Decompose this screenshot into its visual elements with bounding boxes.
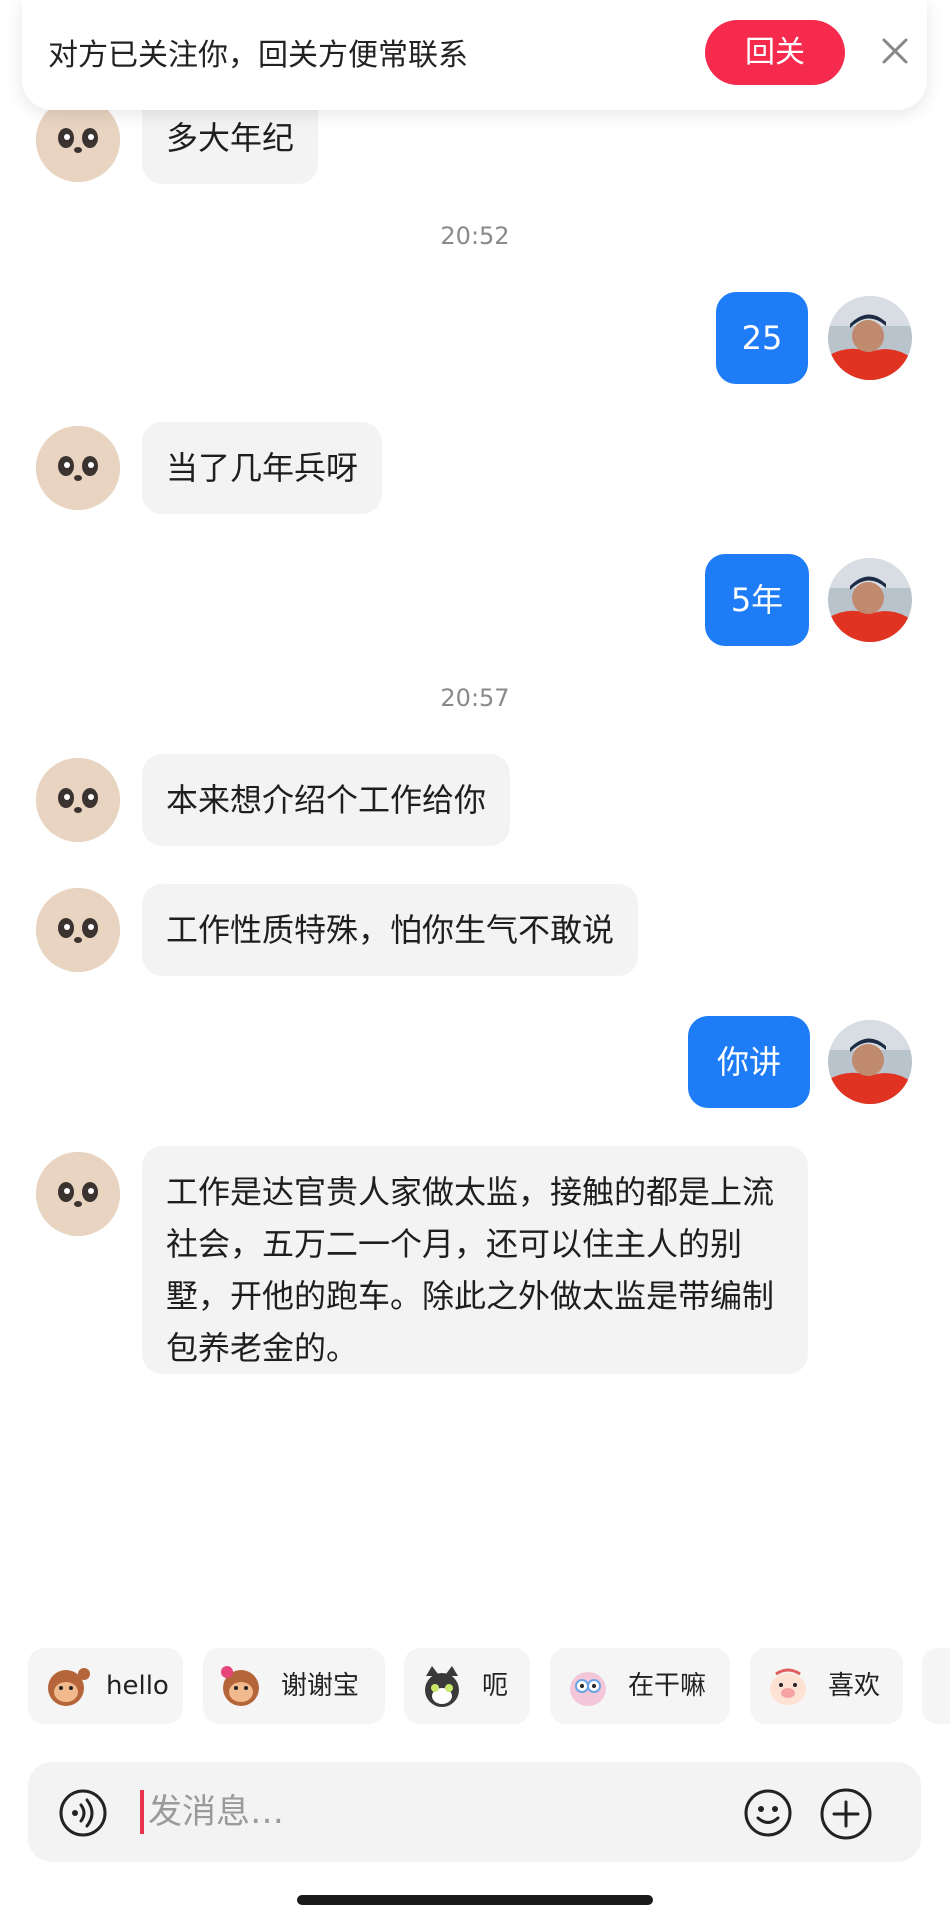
panda-icon (36, 98, 120, 182)
quick-reply-label: 在干嘛 (628, 1671, 707, 1701)
message-input[interactable]: 发消息… (148, 1784, 284, 1833)
timestamp: 20:52 (440, 222, 510, 250)
monkey-flower-icon (221, 1666, 259, 1706)
quick-reply-overflow[interactable] (922, 1648, 950, 1724)
contact-avatar[interactable] (36, 758, 120, 842)
home-indicator (297, 1895, 653, 1905)
quick-reply-label: 呃 (482, 1671, 509, 1701)
follow-banner: 对方已关注你，回关方便常联系 回关 (22, 0, 927, 110)
outgoing-message[interactable]: 25 (716, 292, 808, 384)
user-photo-icon (828, 558, 912, 642)
voice-icon[interactable] (58, 1788, 108, 1838)
contact-avatar[interactable] (36, 426, 120, 510)
incoming-message[interactable]: 工作是达官贵人家做太监，接触的都是上流社会，五万二一个月，还可以住主人的别墅，开… (142, 1146, 808, 1374)
follow-back-button[interactable]: 回关 (705, 20, 845, 85)
quick-reply-like[interactable]: 喜欢 (750, 1648, 903, 1724)
quick-reply-what-doing[interactable]: 在干嘛 (550, 1648, 730, 1724)
user-photo-icon (828, 1020, 912, 1104)
close-icon[interactable] (878, 34, 912, 68)
quick-reply-uh[interactable]: 呃 (404, 1648, 530, 1724)
pig-icon (770, 1668, 806, 1705)
quick-reply-label: hello (106, 1671, 169, 1701)
panda-icon (36, 888, 120, 972)
quick-reply-thanks[interactable]: 谢谢宝 (203, 1648, 385, 1724)
incoming-message[interactable]: 本来想介绍个工作给你 (142, 754, 511, 846)
user-avatar[interactable] (828, 296, 912, 380)
user-avatar[interactable] (828, 558, 912, 642)
blob-icon (570, 1672, 606, 1706)
incoming-message[interactable]: 工作性质特殊，怕你生气不敢说 (142, 884, 639, 976)
text-caret (140, 1790, 144, 1834)
panda-icon (36, 758, 120, 842)
contact-avatar[interactable] (36, 1152, 120, 1236)
panda-icon (36, 426, 120, 510)
emoji-icon[interactable] (743, 1788, 793, 1838)
outgoing-message[interactable]: 5年 (705, 554, 809, 646)
message-input-bar[interactable]: 发消息… (28, 1762, 921, 1862)
quick-reply-hello[interactable]: hello (28, 1648, 183, 1724)
cat-icon (425, 1666, 459, 1707)
user-avatar[interactable] (828, 1020, 912, 1104)
outgoing-message[interactable]: 你讲 (688, 1016, 810, 1108)
contact-avatar[interactable] (36, 98, 120, 182)
incoming-message[interactable]: 当了几年兵呀 (142, 422, 383, 514)
contact-avatar[interactable] (36, 888, 120, 972)
quick-reply-label: 谢谢宝 (281, 1671, 360, 1701)
plus-menu-icon[interactable] (818, 1786, 874, 1842)
user-photo-icon (828, 296, 912, 380)
timestamp: 20:57 (440, 684, 510, 712)
panda-icon (36, 1152, 120, 1236)
monkey-wave-icon (48, 1668, 90, 1706)
quick-reply-label: 喜欢 (828, 1671, 881, 1701)
follow-banner-text: 对方已关注你，回关方便常联系 (48, 38, 468, 73)
